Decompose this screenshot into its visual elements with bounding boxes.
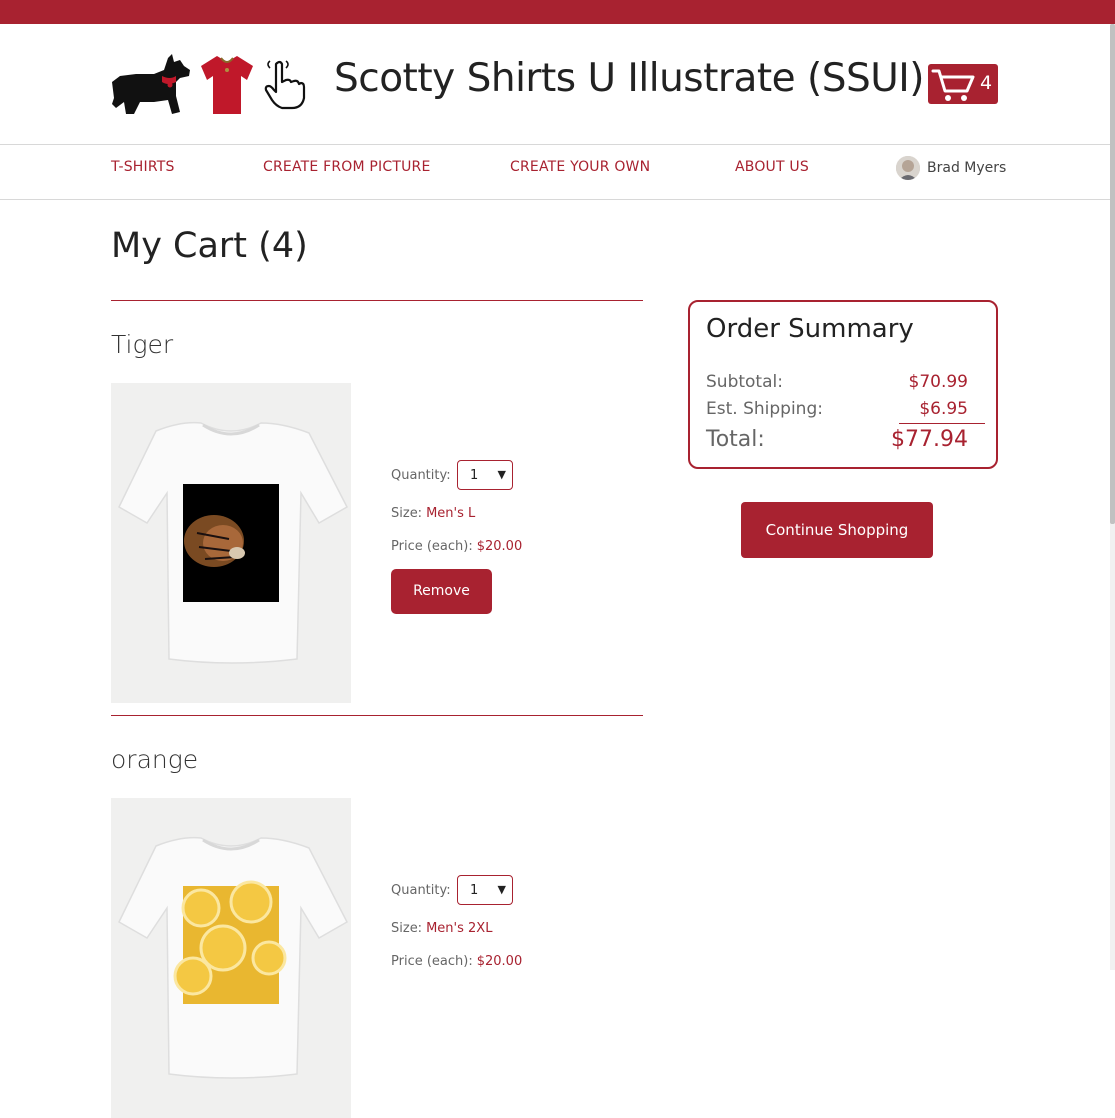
site-header: Scotty Shirts U Illustrate (SSUI) 4 xyxy=(0,24,1110,145)
quantity-select[interactable]: 1 ▼ xyxy=(457,460,513,490)
price-row: Price (each): $20.00 xyxy=(391,539,522,554)
shirt-logo-icon xyxy=(201,56,253,114)
user-name: Brad Myers xyxy=(927,160,1007,176)
total-label: Total: xyxy=(706,427,765,452)
remove-button[interactable]: Remove xyxy=(391,569,492,614)
subtotal-value: $70.99 xyxy=(908,372,968,392)
quantity-label: Quantity: xyxy=(391,468,451,483)
scrollbar[interactable] xyxy=(1110,24,1115,970)
page-title: My Cart (4) xyxy=(111,226,308,266)
summary-divider xyxy=(899,423,985,424)
nav-item-create-from-picture[interactable]: CREATE FROM PICTURE xyxy=(263,159,431,175)
subtotal-label: Subtotal: xyxy=(706,372,783,392)
cart-count-badge: 4 xyxy=(980,72,993,94)
cart-item-name: Tiger xyxy=(111,330,174,359)
chevron-down-icon: ▼ xyxy=(497,883,506,896)
product-image-orange[interactable] xyxy=(111,798,351,1118)
order-summary: Order Summary Subtotal: $70.99 Est. Ship… xyxy=(688,300,998,469)
divider xyxy=(111,715,643,716)
size-label: Size: xyxy=(391,921,423,936)
continue-shopping-button[interactable]: Continue Shopping xyxy=(741,502,933,558)
price-label: Price (each): xyxy=(391,954,473,969)
product-image-tiger[interactable] xyxy=(111,383,351,703)
price-value: $20.00 xyxy=(476,954,523,969)
site-title: Scotty Shirts U Illustrate (SSUI) xyxy=(334,56,925,101)
price-value: $20.00 xyxy=(476,539,523,554)
shipping-label: Est. Shipping: xyxy=(706,399,823,419)
shopping-cart-icon xyxy=(931,69,975,101)
nav-item-about-us[interactable]: ABOUT US xyxy=(735,159,809,175)
divider xyxy=(111,300,643,301)
cart-button[interactable]: 4 xyxy=(928,64,998,104)
scrollbar-thumb[interactable] xyxy=(1110,24,1115,524)
shipping-value: $6.95 xyxy=(919,399,968,419)
size-row: Size: Men's 2XL xyxy=(391,921,492,936)
top-accent-bar xyxy=(0,0,1115,24)
cart-item-name: orange xyxy=(111,745,199,774)
nav-item-t-shirts[interactable]: T-SHIRTS xyxy=(111,159,175,175)
avatar xyxy=(896,156,920,180)
size-row: Size: Men's L xyxy=(391,506,475,521)
main-nav: T-SHIRTS CREATE FROM PICTURE CREATE YOUR… xyxy=(0,145,1110,200)
size-value: Men's L xyxy=(426,506,476,521)
total-value: $77.94 xyxy=(891,427,968,452)
size-label: Size: xyxy=(391,506,423,521)
pointing-hand-icon xyxy=(264,60,306,110)
quantity-label: Quantity: xyxy=(391,883,451,898)
price-label: Price (each): xyxy=(391,539,473,554)
nav-item-create-your-own[interactable]: CREATE YOUR OWN xyxy=(510,159,650,175)
size-value: Men's 2XL xyxy=(426,921,493,936)
chevron-down-icon: ▼ xyxy=(497,468,506,481)
price-row: Price (each): $20.00 xyxy=(391,954,522,969)
quantity-select[interactable]: 1 ▼ xyxy=(457,875,513,905)
summary-title: Order Summary xyxy=(706,314,914,344)
scottie-dog-logo-icon[interactable] xyxy=(110,52,192,118)
